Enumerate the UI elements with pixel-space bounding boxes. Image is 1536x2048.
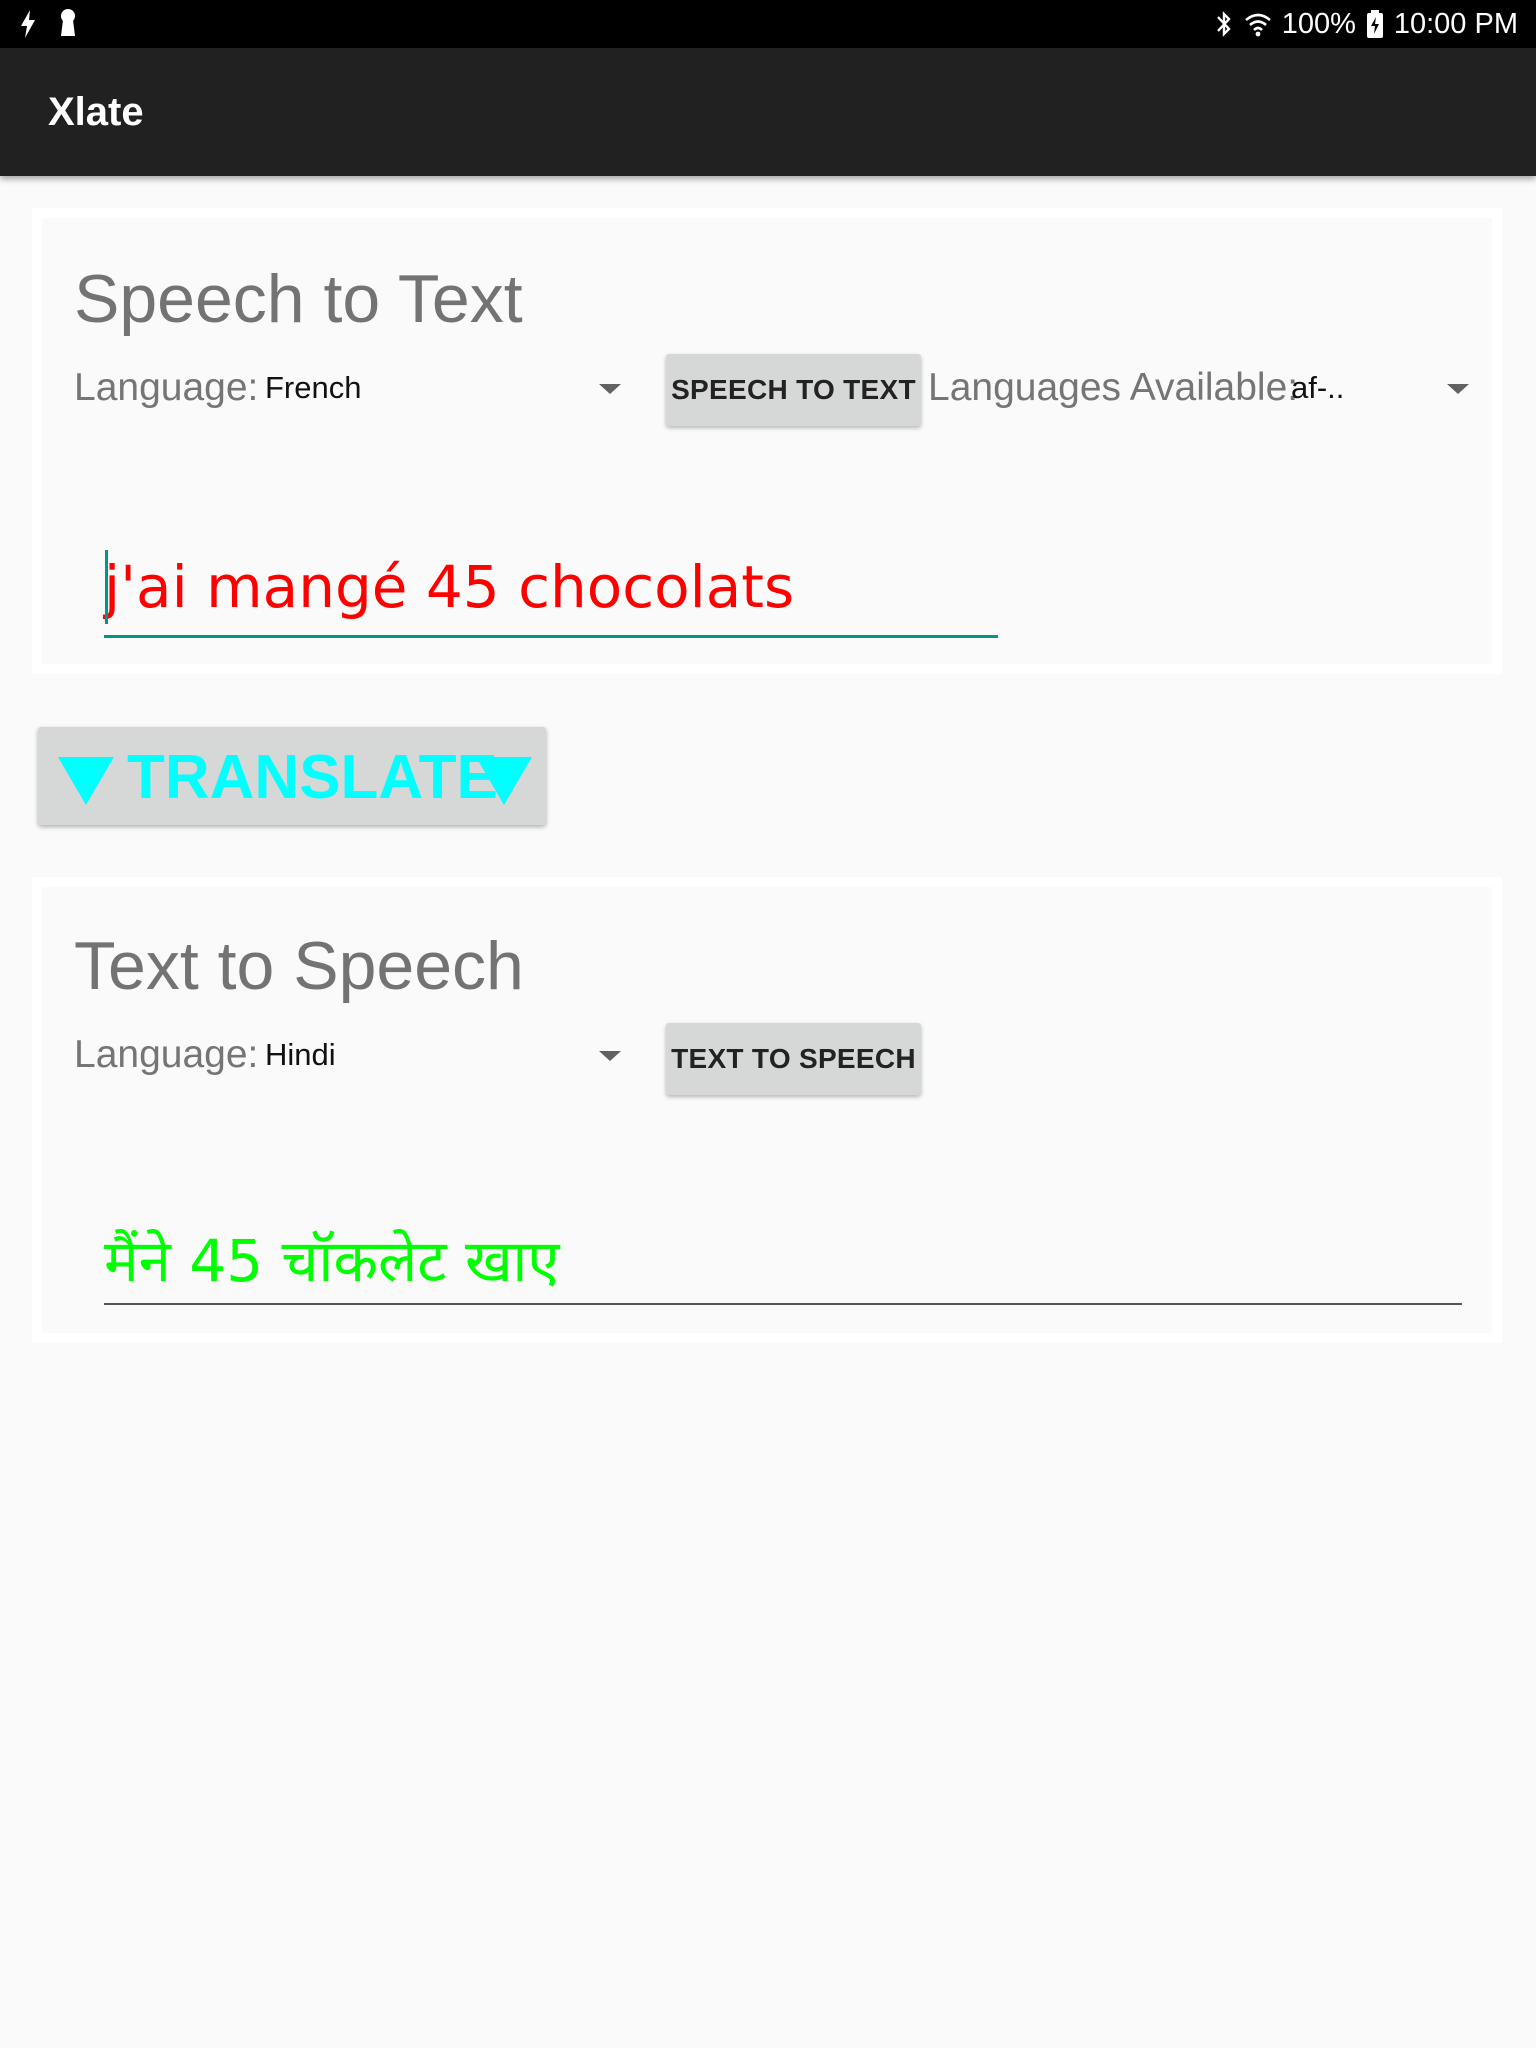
chevron-down-icon [599,1051,621,1061]
target-language-label: Language: [74,1033,259,1076]
translate-label: TRANSLATE [127,743,498,812]
translated-text-underline [104,1303,1462,1305]
chevron-down-icon [1447,384,1469,394]
source-language-label: Language: [74,366,259,409]
keyhole-icon [61,9,76,36]
clock: 10:00 PM [1393,7,1518,40]
triangle-down-icon [58,757,114,805]
languages-available-value: af-.. [1291,370,1345,405]
target-language-value: Hindi [265,1037,336,1072]
triangle-down-icon [476,757,532,805]
translate-button[interactable]: TRANSLATE [38,727,546,825]
bluetooth-icon [1216,11,1231,37]
status-bar: 100% 10:00 PM [0,0,1536,48]
speech-to-text-title: Speech to Text [74,261,523,337]
text-cursor [105,550,108,624]
text-to-speech-card: Text to Speech Language: Hindi TEXT TO S… [32,877,1502,1343]
text-to-speech-title: Text to Speech [74,928,524,1004]
translated-text-field[interactable]: मैंने 45 चॉकलेट खाए [104,1219,559,1298]
languages-available-label: Languages Available: [928,366,1299,409]
recognized-text-underline [104,635,998,638]
text-to-speech-button[interactable]: TEXT TO SPEECH [666,1023,921,1095]
speech-to-text-button[interactable]: SPEECH TO TEXT [666,354,921,426]
battery-charging-icon [1366,10,1383,38]
languages-available-spinner[interactable]: af-.. [1291,360,1469,420]
speech-to-text-card: Speech to Text Language: French SPEECH T… [32,208,1502,674]
status-left [18,8,93,40]
target-language-spinner[interactable]: Hindi [265,1027,621,1087]
status-right: 100% 10:00 PM [1214,0,1518,48]
flash-icon [21,10,35,38]
recognized-text-field[interactable]: j'ai mangé 45 chocolats [104,553,794,621]
source-language-value: French [265,370,362,405]
wifi-icon [1244,13,1271,37]
app-title: Xlate [48,90,144,134]
chevron-down-icon [599,384,621,394]
source-language-spinner[interactable]: French [265,360,621,420]
app-bar: Xlate [0,48,1536,176]
battery-percent: 100% [1281,7,1356,40]
